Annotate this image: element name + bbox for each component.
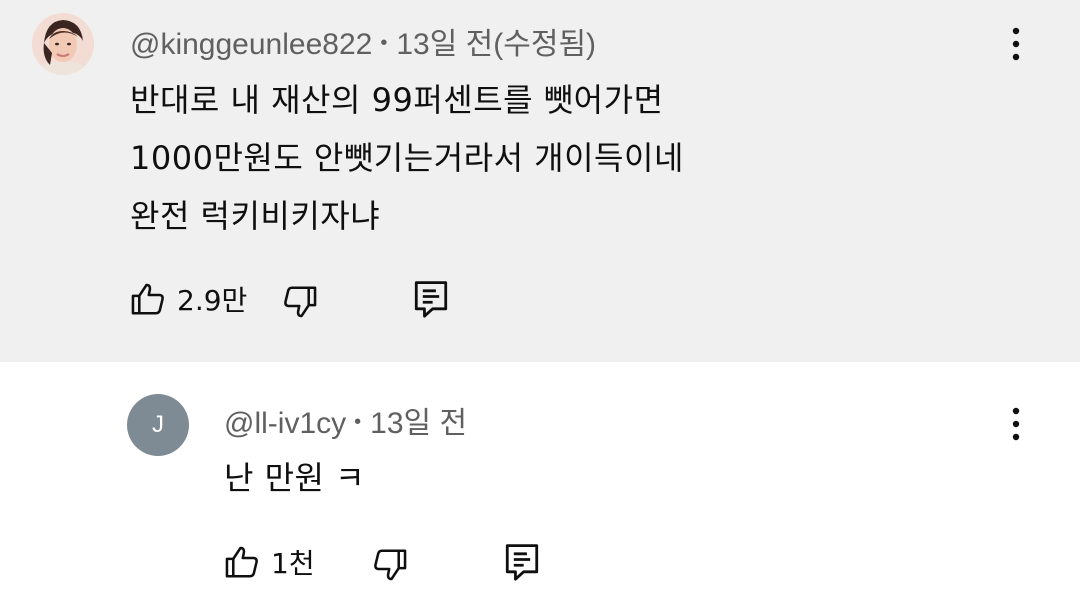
author-name[interactable]: @kinggeunlee822 xyxy=(130,28,372,61)
reply-button[interactable] xyxy=(413,277,449,321)
reply-comment-icon xyxy=(413,279,449,319)
like-button[interactable]: 2.9만 xyxy=(129,277,247,321)
comment-meta: @ll-iv1cy • 13일 전 xyxy=(224,398,467,442)
thumb-down-icon xyxy=(281,283,319,321)
comment-timestamp: 13일 전 xyxy=(370,407,468,440)
meta-separator: • xyxy=(380,32,388,54)
dislike-button[interactable] xyxy=(371,543,409,587)
dislike-button[interactable] xyxy=(281,280,319,324)
comment-text-line: 1000만원도 안뺏기는거라서 개이득이네 xyxy=(130,139,684,177)
reply-comment: J @ll-iv1cy • 13일 전 난 만원 ㅋ 1천 xyxy=(0,362,1080,606)
avatar[interactable]: J xyxy=(127,394,189,456)
like-button[interactable]: 1천 xyxy=(223,540,315,584)
more-vert-icon[interactable] xyxy=(1004,404,1028,444)
reply-button[interactable] xyxy=(504,540,540,584)
avatar[interactable] xyxy=(32,13,94,75)
comment-meta: @kinggeunlee822 • 13일 전(수정됨) xyxy=(130,19,596,63)
comment-timestamp: 13일 전(수정됨) xyxy=(396,28,597,61)
author-name[interactable]: @ll-iv1cy xyxy=(224,407,346,440)
highlighted-comment: @kinggeunlee822 • 13일 전(수정됨) 반대로 내 재산의 99퍼… xyxy=(0,0,1080,362)
thumb-down-icon xyxy=(371,546,409,584)
more-vert-icon[interactable] xyxy=(1004,24,1028,64)
like-count: 2.9만 xyxy=(177,284,248,317)
thumb-up-icon xyxy=(129,280,167,318)
reply-comment-icon xyxy=(504,542,540,582)
like-count: 1천 xyxy=(271,547,315,580)
meta-separator: • xyxy=(354,411,362,433)
thumb-up-icon xyxy=(223,543,261,581)
comment-text-line: 난 만원 ㅋ xyxy=(224,459,366,497)
comment-text-line: 반대로 내 재산의 99퍼센트를 뺏어가면 xyxy=(130,81,664,119)
comment-text-line: 완전 럭키비키자냐 xyxy=(130,197,381,235)
